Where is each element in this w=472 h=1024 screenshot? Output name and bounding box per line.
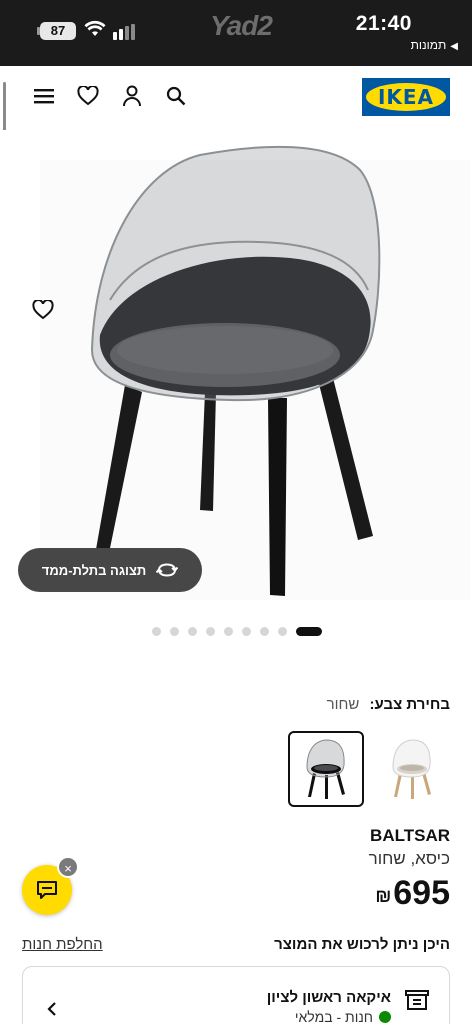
stock-status-label: חנות - במלאי — [294, 1009, 373, 1024]
chair-thumbnail-white — [392, 739, 431, 799]
hamburger-menu-icon — [34, 89, 54, 104]
product-image-chair — [40, 145, 470, 600]
clock: 21:40 — [355, 12, 412, 35]
chat-close-button[interactable]: × — [57, 856, 79, 878]
gallery-dot[interactable] — [170, 627, 179, 636]
heart-icon — [32, 300, 54, 320]
gallery-dot[interactable] — [242, 627, 251, 636]
wifi-icon — [84, 20, 106, 36]
search-button[interactable] — [164, 84, 188, 108]
status-bar: 87 Yad2 21:40 ◀תמונות — [0, 0, 472, 66]
color-label: בחירת צבע: — [369, 696, 450, 713]
gallery-dot[interactable] — [260, 627, 269, 636]
color-selection: בחירת צבע: שחור — [327, 696, 450, 713]
rotate-3d-icon — [156, 563, 179, 577]
wishlist-button[interactable] — [76, 84, 100, 108]
in-stock-indicator — [379, 1011, 391, 1023]
battery-indicator: 87 — [40, 22, 76, 40]
product-description: כיסא, שחור — [368, 849, 450, 868]
product-image-gallery[interactable] — [0, 130, 472, 610]
back-arrow-icon: ◀ — [450, 41, 458, 52]
logo-text: IKEA — [377, 85, 435, 109]
site-header: IKEA — [0, 66, 472, 130]
search-icon — [166, 86, 186, 106]
where-to-buy-heading: היכן ניתן לרכוש את המוצר — [274, 936, 450, 953]
color-swatch-white[interactable] — [374, 731, 450, 807]
gallery-dot-active[interactable] — [296, 627, 322, 636]
gallery-dot[interactable] — [188, 627, 197, 636]
heart-icon — [77, 86, 99, 106]
back-link-label: תמונות — [410, 38, 447, 52]
gallery-dot[interactable] — [152, 627, 161, 636]
cellular-signal-icon — [113, 24, 135, 40]
change-store-link[interactable]: החלפת חנות — [22, 936, 103, 953]
currency-symbol: ₪ — [375, 886, 392, 906]
store-name: איקאה ראשון לציון — [266, 989, 391, 1006]
stock-status: חנות - במלאי — [295, 1009, 391, 1024]
user-icon — [123, 85, 141, 107]
back-to-photos-link[interactable]: ◀תמונות — [411, 38, 458, 52]
gallery-pagination — [152, 627, 322, 636]
battery-tip — [37, 27, 40, 35]
price-value: 695 — [393, 874, 450, 912]
store-availability-card[interactable]: איקאה ראשון לציון חנות - במלאי — [22, 966, 450, 1024]
logo-oval: IKEA — [366, 83, 446, 111]
color-swatch-black[interactable] — [288, 731, 364, 807]
store-icon — [405, 990, 429, 1010]
gallery-dot[interactable] — [278, 627, 287, 636]
view-in-3d-label: תצוגה בתלת-ממד — [41, 562, 147, 578]
product-name: BALTSAR — [370, 826, 450, 845]
chevron-left-icon — [47, 1002, 56, 1016]
color-value: שחור — [326, 696, 360, 713]
ikea-logo[interactable]: IKEA — [362, 78, 450, 116]
view-in-3d-button[interactable]: תצוגה בתלת-ממד — [18, 548, 202, 592]
chat-bubble-icon — [37, 881, 57, 899]
menu-button[interactable] — [32, 84, 56, 108]
gallery-dot[interactable] — [206, 627, 215, 636]
account-button[interactable] — [120, 84, 144, 108]
chair-thumbnail-black — [306, 739, 345, 799]
gallery-dot[interactable] — [224, 627, 233, 636]
watermark-logo: Yad2 — [210, 10, 273, 41]
product-price: ₪695 — [375, 874, 450, 913]
